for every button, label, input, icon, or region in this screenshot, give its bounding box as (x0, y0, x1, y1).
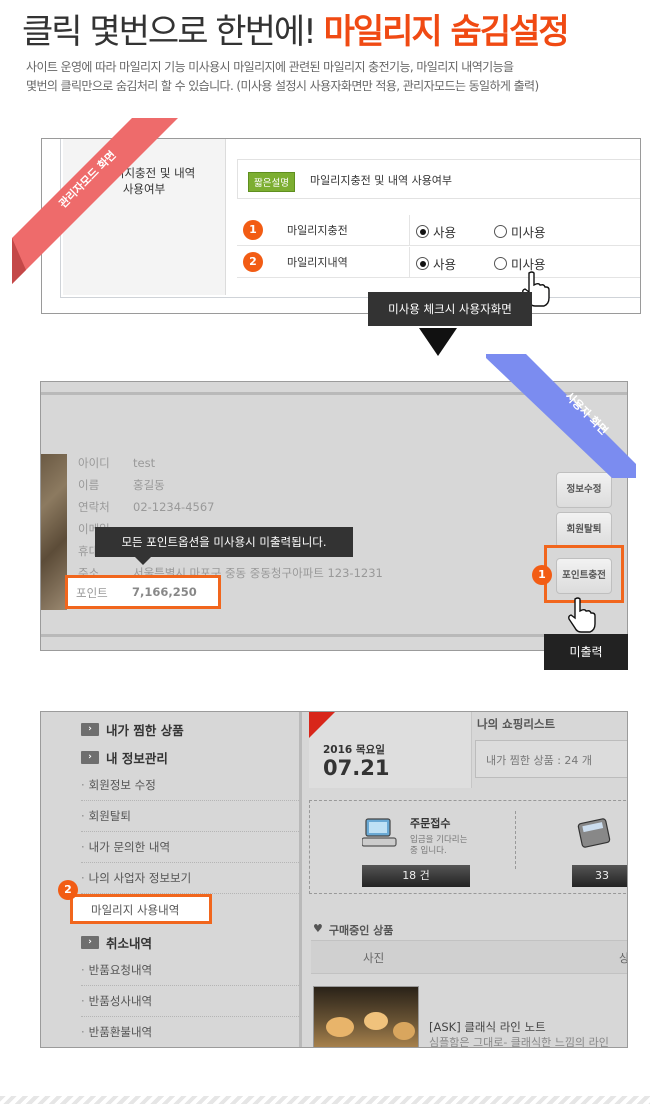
mileage-history-highlight: 마일리지 사용내역 (70, 894, 212, 924)
admin-mode-ribbon: 관리자모드 화면 (12, 118, 178, 284)
mypage-panel: ›내가 찜한 상품 ›내 정보관리 회원정보 수정 회원탈퇴 내가 문의한 내역… (40, 711, 628, 1048)
chevron-right-icon: › (81, 723, 99, 736)
point-label: 포인트 (76, 586, 108, 600)
product-table-header: 사진 상 (311, 940, 627, 974)
unprinted-label: 미출력 (544, 634, 628, 670)
hand-cursor-icon (568, 597, 596, 633)
charge-highlight (544, 545, 624, 603)
radio-unchecked-icon[interactable] (494, 257, 507, 270)
point-highlight: 포인트 7,166,250 (65, 575, 221, 609)
down-arrow-icon (419, 328, 457, 356)
radio-use[interactable]: 사용 (416, 254, 456, 273)
hint-text: 마일리지충전 및 내역 사용여부 (310, 174, 453, 187)
option-name: 마일리지충전 (287, 224, 348, 237)
mypage-main: 2016 목요일 07.21 나의 쇼핑리스트 내가 찜한 상품 : 24 개 … (309, 712, 627, 1048)
option-radios: 사용 미사용 (409, 215, 640, 245)
menu-item[interactable]: 반품요청내역 (81, 955, 299, 986)
radio-unuse[interactable]: 미사용 (494, 222, 546, 241)
date-weekday: 2016 목요일 (323, 744, 385, 756)
chevron-right-icon: › (81, 751, 99, 764)
menu-item[interactable]: 회원탈퇴 (81, 801, 299, 832)
radio-checked-icon[interactable] (416, 257, 429, 270)
unused-check-tooltip: 미사용 체크시 사용자화면 (368, 292, 532, 326)
step-number: 1 (243, 220, 263, 240)
short-desc-badge: 짧은설명 (248, 172, 295, 192)
product-name[interactable]: [ASK] 클래식 라인 노트 (429, 1019, 546, 1035)
radio-use[interactable]: 사용 (416, 222, 456, 241)
calculator-icon (577, 818, 611, 848)
mypage-sidebar: ›내가 찜한 상품 ›내 정보관리 회원정보 수정 회원탈퇴 내가 문의한 내역… (41, 712, 299, 1047)
profile-photo (41, 454, 67, 610)
menu-item[interactable]: 나의 사업자 정보보기 (81, 863, 299, 894)
menu-head-myinfo[interactable]: › 내 정보관리 (81, 748, 168, 767)
user-mode-ribbon: 사용자 화면 (486, 354, 636, 478)
step-number: 2 (243, 252, 263, 272)
option-name: 마일리지내역 (287, 256, 348, 269)
shopping-list: 나의 쇼핑리스트 내가 찜한 상품 : 24 개 (475, 712, 627, 788)
info-id: 아이디 test (78, 456, 156, 470)
computer-icon (362, 818, 397, 847)
option-row-history: 2 마일리지내역 사용 미사용 (237, 247, 640, 278)
bottom-divider (0, 1096, 650, 1104)
radio-unchecked-icon[interactable] (494, 225, 507, 238)
date-day: 07.21 (323, 756, 390, 780)
page-description: 사이트 운영에 따라 마일리지 기능 미사용시 마일리지에 관련된 마일리지 충… (26, 60, 539, 93)
product-desc: 심플함은 그대로- 클래식한 느낌의 라인 (429, 1036, 609, 1048)
order-received-title: 주문접수 (410, 817, 451, 830)
menu-head-wishlist[interactable]: › 내가 찜한 상품 (81, 720, 184, 739)
date-box: 2016 목요일 07.21 (309, 712, 472, 788)
order-status-box: 주문접수 입금을 기다리는 중 입니다. 18 건 33 (309, 800, 627, 894)
menu-head-cancel[interactable]: › 취소내역 (81, 933, 152, 952)
product-image[interactable] (313, 986, 419, 1047)
menu-item[interactable]: 반품환불내역 (81, 1017, 299, 1047)
menu-item-mileage[interactable]: 마일리지 사용내역 (91, 902, 179, 918)
withdraw-button[interactable]: 회원탈퇴 (556, 512, 612, 548)
menu-item[interactable]: 회원정보 수정 (81, 770, 299, 801)
menu-item[interactable]: 반품성사내역 (81, 986, 299, 1017)
point-hidden-tooltip: 모든 포인트옵션을 미사용시 미출력됩니다. (95, 527, 353, 565)
corner-flag (309, 712, 335, 738)
info-name: 이름 홍길동 (78, 478, 165, 492)
chevron-right-icon: › (81, 936, 99, 949)
step-number: 1 (532, 565, 552, 585)
page-title: 클릭 몇번으로 한번에! 마일리지 숨김설정 (22, 12, 570, 52)
order-count-bar[interactable]: 18 건 (362, 865, 470, 887)
option-row-charge: 1 마일리지충전 사용 미사용 (237, 215, 640, 246)
radio-checked-icon[interactable] (416, 225, 429, 238)
lamp-photo (326, 1012, 415, 1040)
menu-item[interactable]: 내가 문의한 내역 (81, 832, 299, 863)
shopping-list-title: 나의 쇼핑리스트 (477, 717, 556, 731)
order2-count-bar[interactable]: 33 (572, 865, 627, 887)
wishlist-count-box[interactable]: 내가 찜한 상품 : 24 개 (475, 740, 627, 778)
heart-icon: ♥ (313, 922, 323, 935)
info-phone: 연락처 02-1234-4567 (78, 500, 215, 514)
hint-row: 짧은설명 마일리지충전 및 내역 사용여부 (237, 159, 640, 199)
step-number: 2 (58, 880, 78, 900)
buying-section-title: ♥ 구매중인 상품 (313, 922, 394, 937)
point-value: 7,166,250 (132, 585, 197, 599)
